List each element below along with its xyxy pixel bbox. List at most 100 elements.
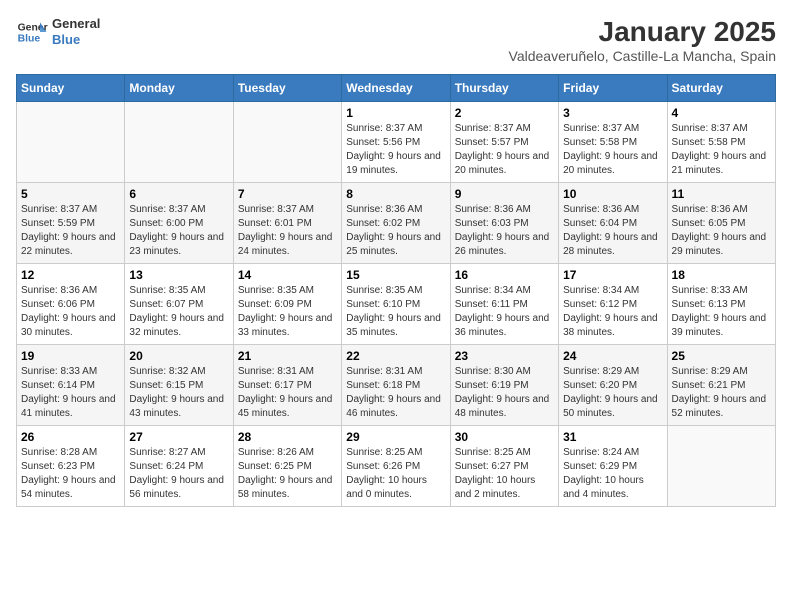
day-info: Sunrise: 8:33 AM Sunset: 6:13 PM Dayligh…	[672, 284, 771, 340]
day-info: Sunrise: 8:37 AM Sunset: 5:58 PM Dayligh…	[563, 122, 662, 178]
day-info: Sunrise: 8:36 AM Sunset: 6:06 PM Dayligh…	[21, 284, 120, 340]
day-of-week-header: Saturday	[667, 75, 775, 102]
day-number: 6	[129, 187, 228, 201]
calendar-day-cell: 18 Sunrise: 8:33 AM Sunset: 6:13 PM Dayli…	[667, 264, 775, 345]
day-info: Sunrise: 8:34 AM Sunset: 6:11 PM Dayligh…	[455, 284, 554, 340]
day-number: 25	[672, 349, 771, 363]
calendar-day-cell: 6 Sunrise: 8:37 AM Sunset: 6:00 PM Daylig…	[125, 183, 233, 264]
day-number: 2	[455, 106, 554, 120]
day-number: 20	[129, 349, 228, 363]
day-info: Sunrise: 8:37 AM Sunset: 6:00 PM Dayligh…	[129, 203, 228, 259]
day-info: Sunrise: 8:37 AM Sunset: 5:59 PM Dayligh…	[21, 203, 120, 259]
calendar-day-cell: 25 Sunrise: 8:29 AM Sunset: 6:21 PM Dayli…	[667, 345, 775, 426]
calendar-day-cell: 1 Sunrise: 8:37 AM Sunset: 5:56 PM Daylig…	[342, 102, 450, 183]
logo: General Blue General Blue	[16, 16, 100, 48]
calendar-day-cell: 12 Sunrise: 8:36 AM Sunset: 6:06 PM Dayli…	[17, 264, 125, 345]
day-number: 7	[238, 187, 337, 201]
day-number: 3	[563, 106, 662, 120]
calendar-day-cell: 9 Sunrise: 8:36 AM Sunset: 6:03 PM Daylig…	[450, 183, 558, 264]
calendar-day-cell: 24 Sunrise: 8:29 AM Sunset: 6:20 PM Dayli…	[559, 345, 667, 426]
day-number: 19	[21, 349, 120, 363]
calendar-week-row: 19 Sunrise: 8:33 AM Sunset: 6:14 PM Dayli…	[17, 345, 776, 426]
day-info: Sunrise: 8:35 AM Sunset: 6:09 PM Dayligh…	[238, 284, 337, 340]
day-info: Sunrise: 8:35 AM Sunset: 6:10 PM Dayligh…	[346, 284, 445, 340]
day-number: 27	[129, 430, 228, 444]
day-number: 15	[346, 268, 445, 282]
svg-text:Blue: Blue	[18, 34, 41, 45]
day-number: 5	[21, 187, 120, 201]
calendar-day-cell: 16Sunrise: 8:34 AM Sunset: 6:11 PM Dayli…	[450, 264, 558, 345]
day-info: Sunrise: 8:31 AM Sunset: 6:18 PM Dayligh…	[346, 365, 445, 421]
calendar-week-row: 12 Sunrise: 8:36 AM Sunset: 6:06 PM Dayli…	[17, 264, 776, 345]
calendar-header-row: SundayMondayTuesdayWednesdayThursdayFrid…	[17, 75, 776, 102]
calendar-day-cell: 4Sunrise: 8:37 AM Sunset: 5:58 PM Daylig…	[667, 102, 775, 183]
calendar-day-cell: 14 Sunrise: 8:35 AM Sunset: 6:09 PM Dayli…	[233, 264, 341, 345]
day-number: 29	[346, 430, 445, 444]
calendar-day-cell: 29 Sunrise: 8:25 AM Sunset: 6:26 PM Dayli…	[342, 426, 450, 507]
calendar-day-cell: 26 Sunrise: 8:28 AM Sunset: 6:23 PM Dayli…	[17, 426, 125, 507]
day-number: 1	[346, 106, 445, 120]
calendar-day-cell: 21 Sunrise: 8:31 AM Sunset: 6:17 PM Dayli…	[233, 345, 341, 426]
day-info: Sunrise: 8:36 AM Sunset: 6:05 PM Dayligh…	[672, 203, 771, 259]
calendar-day-cell: 17 Sunrise: 8:34 AM Sunset: 6:12 PM Dayli…	[559, 264, 667, 345]
day-of-week-header: Wednesday	[342, 75, 450, 102]
calendar-day-cell: 23 Sunrise: 8:30 AM Sunset: 6:19 PM Dayli…	[450, 345, 558, 426]
day-number: 14	[238, 268, 337, 282]
day-number: 13	[129, 268, 228, 282]
day-info: Sunrise: 8:32 AM Sunset: 6:15 PM Dayligh…	[129, 365, 228, 421]
day-number: 21	[238, 349, 337, 363]
page-header: General Blue General Blue January 2025 V…	[16, 16, 776, 64]
day-number: 26	[21, 430, 120, 444]
day-number: 23	[455, 349, 554, 363]
month-title: January 2025	[509, 16, 776, 48]
day-of-week-header: Tuesday	[233, 75, 341, 102]
day-info: Sunrise: 8:34 AM Sunset: 6:12 PM Dayligh…	[563, 284, 662, 340]
calendar-week-row: 26 Sunrise: 8:28 AM Sunset: 6:23 PM Dayli…	[17, 426, 776, 507]
calendar-day-cell: 2 Sunrise: 8:37 AM Sunset: 5:57 PM Daylig…	[450, 102, 558, 183]
day-number: 17	[563, 268, 662, 282]
day-info: Sunrise: 8:36 AM Sunset: 6:04 PM Dayligh…	[563, 203, 662, 259]
day-info: Sunrise: 8:25 AM Sunset: 6:27 PM Dayligh…	[455, 446, 554, 502]
calendar-day-cell: 19 Sunrise: 8:33 AM Sunset: 6:14 PM Dayli…	[17, 345, 125, 426]
day-number: 11	[672, 187, 771, 201]
calendar-day-cell: 3 Sunrise: 8:37 AM Sunset: 5:58 PM Daylig…	[559, 102, 667, 183]
calendar-day-cell	[17, 102, 125, 183]
calendar-day-cell: 20 Sunrise: 8:32 AM Sunset: 6:15 PM Dayli…	[125, 345, 233, 426]
day-number: 22	[346, 349, 445, 363]
calendar-body: 1 Sunrise: 8:37 AM Sunset: 5:56 PM Daylig…	[17, 102, 776, 507]
day-info: Sunrise: 8:25 AM Sunset: 6:26 PM Dayligh…	[346, 446, 445, 502]
day-info: Sunrise: 8:27 AM Sunset: 6:24 PM Dayligh…	[129, 446, 228, 502]
day-number: 31	[563, 430, 662, 444]
day-number: 28	[238, 430, 337, 444]
day-info: Sunrise: 8:29 AM Sunset: 6:21 PM Dayligh…	[672, 365, 771, 421]
calendar-week-row: 1 Sunrise: 8:37 AM Sunset: 5:56 PM Daylig…	[17, 102, 776, 183]
day-info: Sunrise: 8:30 AM Sunset: 6:19 PM Dayligh…	[455, 365, 554, 421]
day-info: Sunrise: 8:36 AM Sunset: 6:03 PM Dayligh…	[455, 203, 554, 259]
day-info: Sunrise: 8:37 AM Sunset: 5:56 PM Dayligh…	[346, 122, 445, 178]
day-number: 10	[563, 187, 662, 201]
calendar-day-cell: 28Sunrise: 8:26 AM Sunset: 6:25 PM Dayli…	[233, 426, 341, 507]
day-info: Sunrise: 8:35 AM Sunset: 6:07 PM Dayligh…	[129, 284, 228, 340]
day-of-week-header: Friday	[559, 75, 667, 102]
day-number: 24	[563, 349, 662, 363]
day-number: 12	[21, 268, 120, 282]
day-info: Sunrise: 8:33 AM Sunset: 6:14 PM Dayligh…	[21, 365, 120, 421]
day-info: Sunrise: 8:37 AM Sunset: 5:57 PM Dayligh…	[455, 122, 554, 178]
day-number: 30	[455, 430, 554, 444]
calendar-day-cell	[125, 102, 233, 183]
day-info: Sunrise: 8:31 AM Sunset: 6:17 PM Dayligh…	[238, 365, 337, 421]
day-of-week-header: Sunday	[17, 75, 125, 102]
location-subtitle: Valdeaveruñelo, Castille-La Mancha, Spai…	[509, 48, 776, 64]
day-of-week-header: Monday	[125, 75, 233, 102]
day-number: 9	[455, 187, 554, 201]
day-number: 18	[672, 268, 771, 282]
day-info: Sunrise: 8:29 AM Sunset: 6:20 PM Dayligh…	[563, 365, 662, 421]
calendar-day-cell	[667, 426, 775, 507]
day-number: 4	[672, 106, 771, 120]
day-info: Sunrise: 8:36 AM Sunset: 6:02 PM Dayligh…	[346, 203, 445, 259]
calendar-table: SundayMondayTuesdayWednesdayThursdayFrid…	[16, 74, 776, 507]
day-info: Sunrise: 8:28 AM Sunset: 6:23 PM Dayligh…	[21, 446, 120, 502]
day-of-week-header: Thursday	[450, 75, 558, 102]
title-block: January 2025 Valdeaveruñelo, Castille-La…	[509, 16, 776, 64]
logo-icon: General Blue	[16, 16, 48, 48]
